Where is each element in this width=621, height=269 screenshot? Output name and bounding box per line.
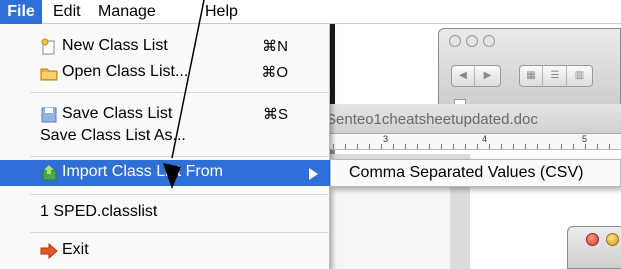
menu-item-new-class-list[interactable]: New Class List ⌘N <box>0 34 330 60</box>
menu-item-recent-file[interactable]: 1 SPED.classlist <box>0 200 330 226</box>
menu-item-shortcut: ⌘N <box>262 38 288 55</box>
menu-help[interactable]: Help <box>205 0 238 24</box>
navigation-segmented-control[interactable]: ◀ ▶ <box>451 65 501 87</box>
icon-view-icon[interactable]: ▦ <box>520 66 543 86</box>
menu-item-import-class-list-from[interactable]: Import Class List From <box>0 160 330 186</box>
submenu-item-csv[interactable]: Comma Separated Values (CSV) <box>349 164 583 182</box>
view-segmented-control[interactable]: ▦ ☰ ▥ <box>519 65 593 87</box>
forward-arrow-icon[interactable]: ▶ <box>476 66 499 86</box>
menu-item-label: Exit <box>62 241 89 258</box>
window-minimize-button[interactable] <box>466 35 478 47</box>
list-view-icon[interactable]: ☰ <box>544 66 567 86</box>
document-ruler: 3 4 5 <box>310 134 621 150</box>
background-list-column <box>320 184 450 269</box>
ruler-number: 5 <box>582 134 588 144</box>
menu-separator <box>30 156 330 157</box>
menu-separator <box>30 194 330 195</box>
ruler-number: 4 <box>482 134 488 144</box>
menu-item-save-class-list-as[interactable]: Save Class List As... <box>0 124 330 150</box>
menu-item-label: Open Class List... <box>62 63 189 80</box>
document-title-bar: Senteo1cheatsheetupdated.doc <box>310 104 621 134</box>
file-menu-dropdown: New Class List ⌘N Open Class List... ⌘O … <box>0 24 330 269</box>
menu-item-label: Save Class List <box>62 105 173 122</box>
menu-item-shortcut: ⌘O <box>261 64 288 81</box>
submenu-arrow-icon <box>309 168 318 180</box>
save-icon <box>41 107 57 123</box>
new-document-icon <box>41 38 55 55</box>
menu-item-label: New Class List <box>62 37 168 54</box>
menu-file[interactable]: File <box>0 0 42 24</box>
menu-item-label: Import Class List From <box>62 163 223 180</box>
window-close-button[interactable] <box>449 35 461 47</box>
menu-item-shortcut: ⌘S <box>262 106 288 123</box>
small-window <box>567 226 621 269</box>
menu-item-label: 1 SPED.classlist <box>40 203 158 220</box>
menu-manage[interactable]: Manage <box>98 0 156 24</box>
window-close-button[interactable] <box>586 233 599 246</box>
column-view-icon[interactable]: ▥ <box>568 66 591 86</box>
menu-separator <box>30 232 330 233</box>
window-minimize-button[interactable] <box>606 233 619 246</box>
open-folder-icon <box>40 68 58 81</box>
exit-arrow-icon <box>40 242 58 260</box>
import-icon <box>42 165 57 181</box>
window-zoom-button[interactable] <box>483 35 495 47</box>
back-arrow-icon[interactable]: ◀ <box>452 66 475 86</box>
menu-item-label: Save Class List As... <box>40 127 186 144</box>
menu-edit[interactable]: Edit <box>53 0 81 24</box>
menu-item-exit[interactable]: Exit <box>0 238 330 264</box>
ruler-number: 3 <box>383 134 389 144</box>
menu-bar: File Edit Manage Help <box>0 0 621 24</box>
menu-separator <box>30 92 330 93</box>
document-title: Senteo1cheatsheetupdated.doc <box>326 111 538 128</box>
menu-item-open-class-list[interactable]: Open Class List... ⌘O <box>0 60 330 86</box>
import-submenu: Comma Separated Values (CSV) <box>330 159 621 187</box>
